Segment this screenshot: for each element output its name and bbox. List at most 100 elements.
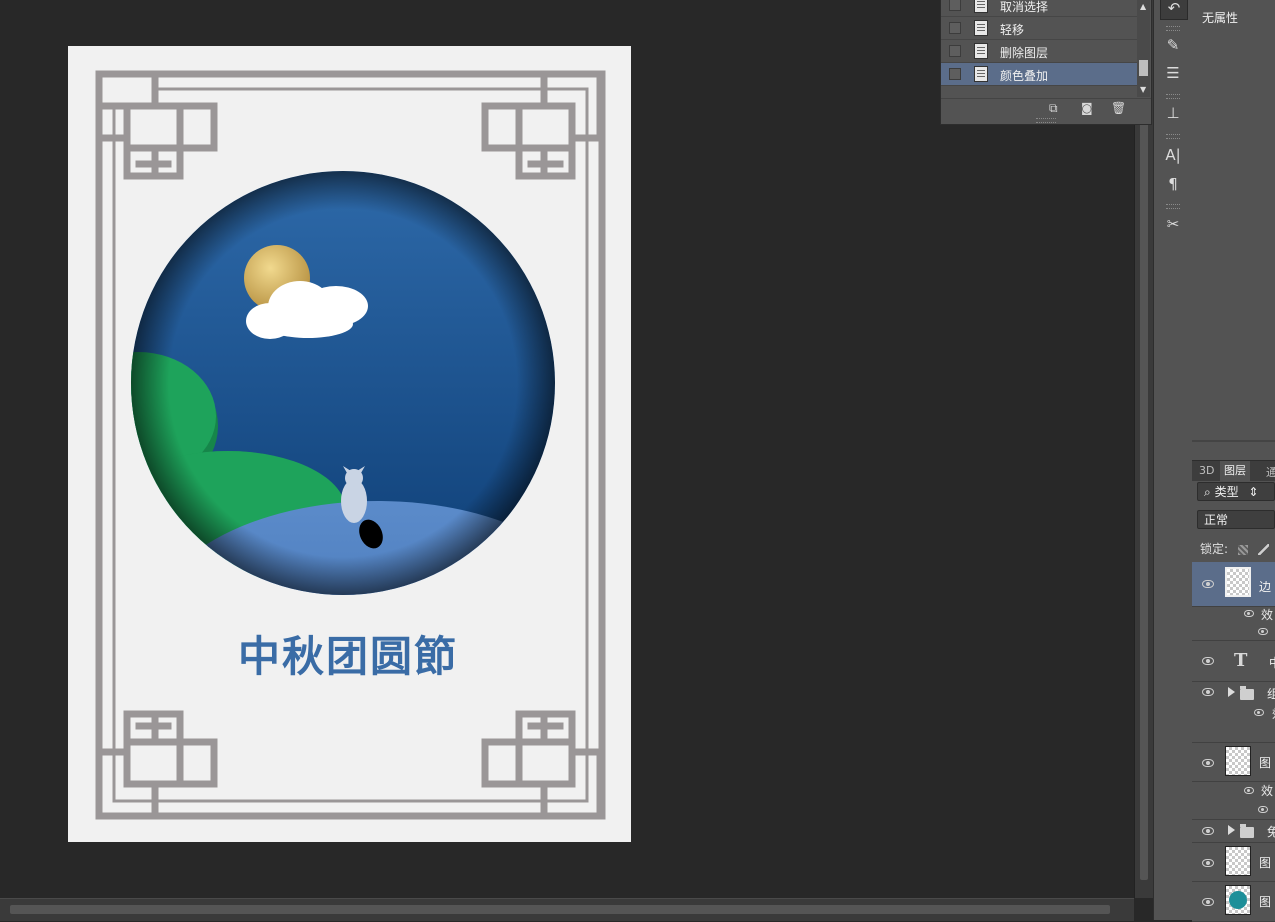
tool-presets-icon[interactable]: ✂: [1160, 213, 1186, 235]
strip-separator: [1166, 204, 1180, 209]
horizontal-scrollbar[interactable]: [0, 898, 1134, 921]
search-icon: ⌕: [1204, 485, 1211, 499]
lock-image-pixels-icon[interactable]: [1257, 544, 1269, 555]
history-checkbox[interactable]: [949, 68, 961, 80]
camera-snapshot-icon[interactable]: ◙: [1081, 101, 1093, 115]
properties-empty-label: 无属性: [1202, 11, 1239, 25]
history-scrollbar[interactable]: ▲ ▼: [1137, 0, 1150, 97]
artwork-title: 中秋团圆節: [238, 632, 458, 681]
blend-mode-select[interactable]: 正常: [1197, 510, 1275, 529]
effects-eye-icon[interactable]: [1244, 610, 1254, 617]
visibility-eye-icon[interactable]: [1202, 580, 1214, 588]
tab-3d[interactable]: 3D: [1199, 464, 1214, 477]
visibility-eye-icon[interactable]: [1202, 827, 1214, 835]
select-stepper-icon: ⇕: [1248, 485, 1259, 499]
teal-circle-thumbnail: [1229, 891, 1247, 909]
scroll-down-arrow-icon[interactable]: ▼: [1140, 85, 1146, 94]
tab-channels[interactable]: 通: [1266, 464, 1275, 480]
history-item-label: 轻移: [1000, 23, 1025, 37]
history-panel: 取消选择 轻移 删除图层 颜色叠加 ▲ ▼ ⧉ ◙ 🗑: [940, 0, 1152, 125]
layer-group-row[interactable]: 兔: [1192, 820, 1275, 843]
history-checkbox[interactable]: [949, 22, 961, 34]
layer-row[interactable]: T 中: [1192, 641, 1275, 682]
visibility-eye-icon[interactable]: [1202, 657, 1214, 665]
history-item[interactable]: 取消选择: [941, 0, 1137, 17]
history-brush-icon[interactable]: ↶: [1160, 0, 1188, 20]
paragraph-icon[interactable]: ¶: [1160, 173, 1186, 195]
history-state-icon: [974, 43, 988, 59]
text-layer-icon: T: [1234, 650, 1248, 671]
layer-name: 图: [1259, 856, 1272, 870]
panel-divider[interactable]: [1192, 440, 1275, 442]
layer-group-row[interactable]: 组 效: [1192, 682, 1275, 743]
new-document-from-state-icon[interactable]: ⧉: [1049, 101, 1058, 116]
layer-effects-row[interactable]: 效: [1192, 606, 1275, 641]
group-name: 兔: [1267, 825, 1275, 839]
character-icon[interactable]: A|: [1160, 144, 1186, 166]
history-state-icon: [974, 20, 988, 36]
panel-resize-grip[interactable]: [1036, 118, 1056, 123]
history-state-icon: [974, 0, 988, 13]
layer-filter-value: 类型: [1214, 485, 1239, 499]
strip-separator: [1166, 26, 1180, 31]
layer-effects-row[interactable]: 效: [1192, 781, 1275, 820]
clone-source-icon[interactable]: ⊥: [1160, 102, 1186, 124]
history-state-icon: [974, 66, 988, 82]
history-checkbox[interactable]: [949, 45, 961, 57]
layer-name: 边: [1259, 580, 1272, 594]
tab-layers[interactable]: 图层: [1220, 461, 1250, 481]
folder-icon: [1240, 686, 1254, 700]
layer-thumbnail: [1225, 567, 1251, 597]
expand-arrow-icon[interactable]: [1228, 825, 1235, 835]
cutout-inner-shadow: [131, 171, 555, 595]
strip-separator: [1166, 134, 1180, 139]
visibility-eye-icon[interactable]: [1202, 759, 1214, 767]
history-item-label: 颜色叠加: [1000, 69, 1049, 83]
brush-presets-icon[interactable]: ✎: [1160, 34, 1186, 56]
layer-row[interactable]: 图: [1192, 882, 1275, 922]
layer-row[interactable]: 图: [1192, 743, 1275, 782]
artwork-svg: 中秋团圆節: [95, 70, 606, 820]
history-item[interactable]: 删除图层: [941, 40, 1137, 63]
history-item-active[interactable]: 颜色叠加: [941, 63, 1137, 86]
effects-eye-icon[interactable]: [1254, 709, 1264, 716]
effects-eye-icon[interactable]: [1244, 787, 1254, 794]
group-name: 组: [1267, 687, 1275, 701]
layer-row[interactable]: 边: [1192, 562, 1275, 607]
lock-row: 锁定:: [1200, 540, 1269, 557]
history-footer: ⧉ ◙ 🗑: [941, 98, 1151, 119]
properties-panel: 无属性: [1192, 0, 1275, 460]
scroll-thumb[interactable]: [1139, 60, 1148, 76]
layer-row[interactable]: 图: [1192, 843, 1275, 882]
effect-eye-icon[interactable]: [1258, 806, 1268, 813]
layer-thumbnail: [1225, 846, 1251, 876]
layer-name: 图: [1259, 895, 1272, 909]
lock-transparent-pixels-icon[interactable]: [1237, 544, 1248, 555]
artboard[interactable]: 中秋团圆節: [68, 46, 631, 842]
adjustments-icon[interactable]: ☰: [1160, 62, 1186, 84]
history-item[interactable]: 轻移: [941, 17, 1137, 40]
lock-label: 锁定:: [1200, 542, 1229, 556]
effects-label: 效: [1261, 608, 1274, 622]
visibility-eye-icon[interactable]: [1202, 688, 1214, 696]
panel-icon-strip: ↶ ✎ ☰ ⊥ A| ¶ ✂: [1153, 0, 1193, 920]
history-item-label: 取消选择: [1000, 0, 1049, 14]
visibility-eye-icon[interactable]: [1202, 859, 1214, 867]
blend-mode-value: 正常: [1204, 513, 1229, 527]
effect-eye-icon[interactable]: [1258, 628, 1268, 635]
visibility-eye-icon[interactable]: [1202, 898, 1214, 906]
history-checkbox[interactable]: [949, 0, 961, 11]
layer-filter-select[interactable]: ⌕ 类型 ⇕: [1197, 482, 1275, 501]
trash-icon[interactable]: 🗑: [1111, 101, 1126, 115]
expand-arrow-icon[interactable]: [1228, 687, 1235, 697]
layer-thumbnail: [1225, 746, 1251, 776]
effects-label: 效: [1261, 784, 1274, 798]
vertical-scrollbar[interactable]: [1134, 0, 1153, 898]
folder-icon: [1240, 824, 1254, 838]
strip-separator: [1166, 94, 1180, 99]
layer-thumbnail: [1225, 885, 1251, 915]
history-item-label: 删除图层: [1000, 46, 1049, 60]
scroll-up-arrow-icon[interactable]: ▲: [1140, 2, 1146, 11]
layer-name: 中: [1269, 654, 1275, 671]
layer-name: 图: [1259, 756, 1272, 770]
